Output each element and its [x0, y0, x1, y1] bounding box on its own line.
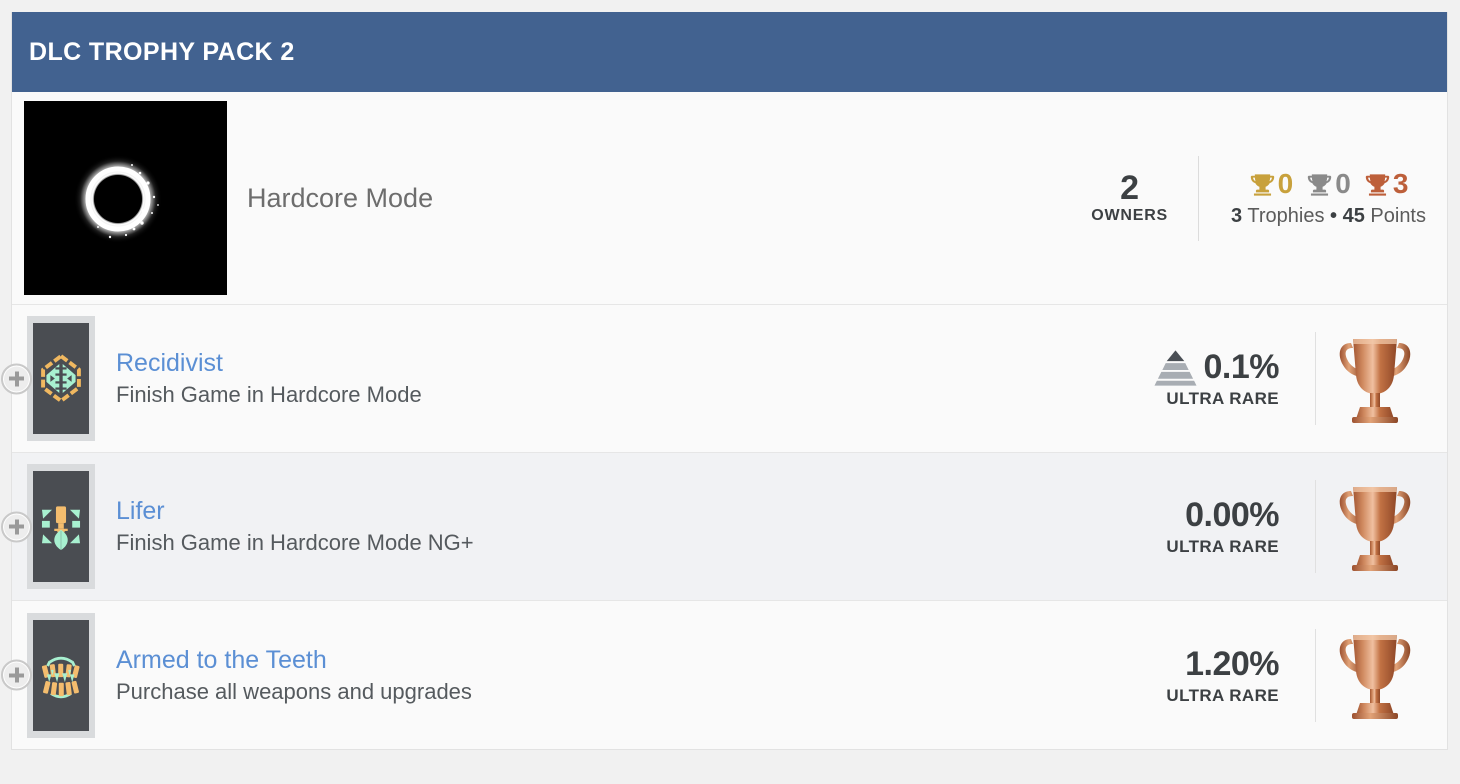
- rarity-pyramid-icon: [1153, 349, 1197, 386]
- rarity-percent: 0.00%: [1185, 496, 1279, 534]
- trophy-row[interactable]: Recidivist Finish Game in Hardcore Mode …: [1, 305, 1447, 453]
- trophy-type-badge: [1316, 627, 1434, 723]
- rarity-label: ULTRA RARE: [1166, 389, 1279, 408]
- bronze-trophy-image-icon: [1339, 635, 1411, 719]
- bronze-trophy-count: 3: [1364, 168, 1409, 200]
- trophies-count: 3: [1231, 205, 1243, 227]
- gold-trophy-value: 0: [1277, 168, 1294, 199]
- trophy-rarity-block: 0.1% ULTRA RARE: [1153, 348, 1316, 409]
- rarity-percent: 1.20%: [1185, 644, 1279, 683]
- trophy-description: Finish Game in Hardcore Mode NG+: [116, 530, 474, 556]
- owners-label: OWNERS: [1091, 206, 1169, 224]
- dlc-summary-row[interactable]: Hardcore Mode 2 OWNERS 0 0 3 3 Trophies …: [12, 92, 1447, 305]
- trophy-icon-frame: [27, 612, 95, 738]
- rarity-label: ULTRA RARE: [1166, 537, 1279, 556]
- trophy-counts: 0 0 3: [1231, 168, 1426, 200]
- expand-plus-icon[interactable]: [1, 363, 32, 394]
- expand-plus-icon[interactable]: [1, 659, 32, 691]
- summary-separator: •: [1330, 205, 1338, 227]
- expand-plus-icon[interactable]: [1, 511, 32, 542]
- page-title: DLC TROPHY PACK 2: [29, 37, 295, 66]
- trophy-type-badge: [1316, 331, 1434, 427]
- silver-trophy-value: 0: [1335, 168, 1351, 199]
- bronze-trophy-image-icon: [1339, 486, 1411, 571]
- trophies-word: Trophies: [1247, 205, 1325, 227]
- lifer-trophy-icon: [33, 471, 89, 582]
- trophy-description: Purchase all weapons and upgrades: [116, 678, 472, 704]
- trophy-row[interactable]: Lifer Finish Game in Hardcore Mode NG+ 0…: [1, 453, 1447, 601]
- trophy-text-block: Recidivist Finish Game in Hardcore Mode: [116, 347, 1154, 409]
- gold-trophy-count: 0: [1249, 168, 1294, 200]
- rarity-label: ULTRA RARE: [1166, 685, 1279, 705]
- trophy-name[interactable]: Recidivist: [116, 347, 1154, 380]
- dlc-title: Hardcore Mode: [247, 182, 434, 213]
- silver-trophy-icon: [1308, 173, 1332, 196]
- bronze-trophy-value: 3: [1392, 168, 1409, 199]
- dlc-trophy-panel: DLC TROPHY PACK 2 Hardcore Mode 2 OWNERS…: [1, 12, 1448, 750]
- bronze-trophy-icon: [1365, 173, 1390, 196]
- owners-count: 2: [1120, 169, 1140, 208]
- trophy-name[interactable]: Armed to the Teeth: [116, 644, 1166, 677]
- silver-trophy-count: 0: [1306, 168, 1351, 200]
- panel-header: DLC TROPHY PACK 2: [12, 12, 1447, 92]
- trophy-row[interactable]: Armed to the Teeth Purchase all weapons …: [1, 601, 1447, 749]
- points-word: Points: [1370, 205, 1426, 227]
- rarity-percent: 0.1%: [1203, 348, 1280, 386]
- eclipse-artwork-icon: [74, 155, 162, 243]
- bronze-trophy-image-icon: [1339, 338, 1411, 423]
- rarity-percent-row: 0.00%: [1166, 496, 1279, 535]
- trophy-type-badge: [1316, 479, 1434, 575]
- armed-to-the-teeth-trophy-icon: [33, 619, 89, 731]
- recidivist-trophy-icon: [33, 323, 89, 434]
- trophy-points-summary: 3 Trophies • 45 Points: [1231, 205, 1426, 228]
- trophy-text-block: Armed to the Teeth Purchase all weapons …: [116, 644, 1166, 706]
- rarity-percent-row: 1.20%: [1166, 645, 1279, 684]
- page-root: DLC TROPHY PACK 2 Hardcore Mode 2 OWNERS…: [0, 0, 1460, 784]
- trophy-name[interactable]: Lifer: [116, 495, 1166, 528]
- dlc-trophy-summary: 0 0 3 3 Trophies • 45 Points: [1199, 168, 1434, 228]
- trophy-rarity-block: 0.00% ULTRA RARE: [1166, 496, 1315, 557]
- dlc-owners-block: 2 OWNERS: [1091, 169, 1198, 225]
- trophy-rarity-block: 1.20% ULTRA RARE: [1166, 645, 1315, 706]
- trophy-icon-frame: [27, 464, 95, 589]
- points-count: 45: [1342, 205, 1365, 227]
- dlc-artwork: [24, 101, 227, 295]
- trophy-description: Finish Game in Hardcore Mode: [116, 382, 422, 408]
- trophy-icon-frame: [27, 316, 95, 441]
- rarity-percent-row: 0.1%: [1153, 348, 1280, 387]
- gold-trophy-icon: [1250, 173, 1274, 196]
- trophy-text-block: Lifer Finish Game in Hardcore Mode NG+: [116, 495, 1166, 557]
